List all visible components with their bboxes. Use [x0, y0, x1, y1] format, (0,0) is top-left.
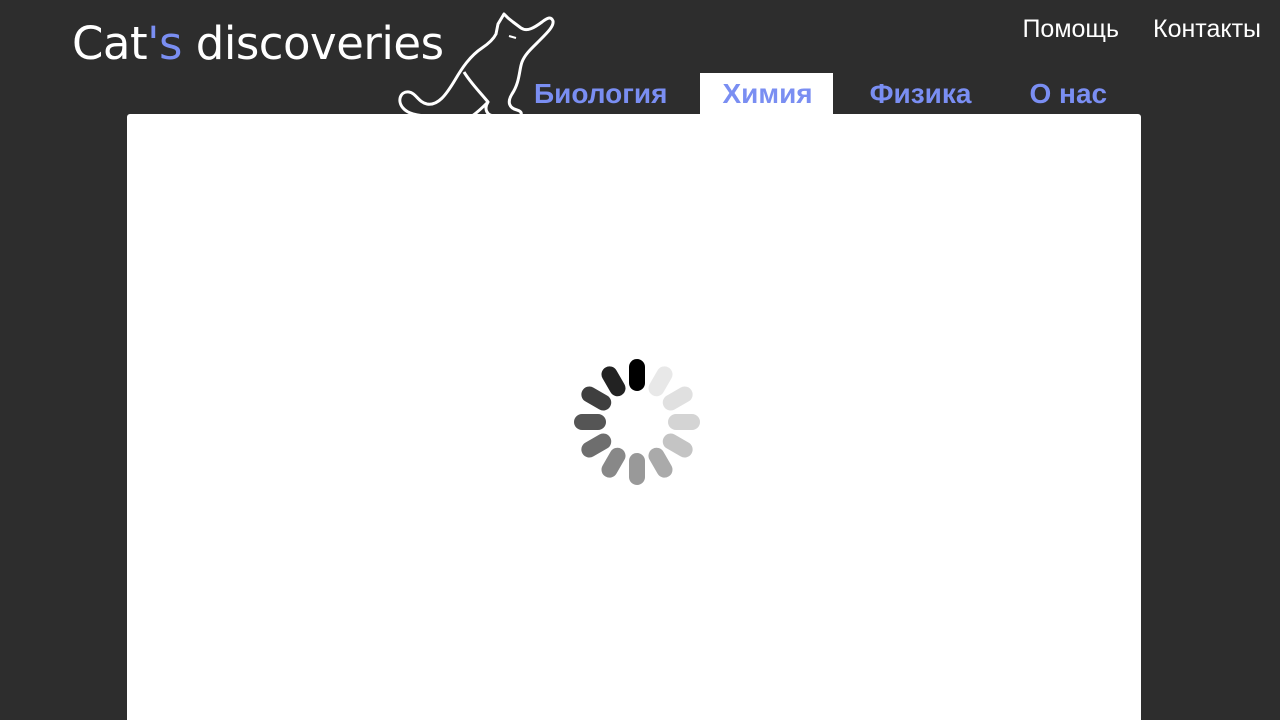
logo-text-part1: Cat: [72, 17, 148, 70]
page: Cat's discoveries Помощь Контакты Биолог…: [0, 0, 1280, 720]
spinner-bar: [668, 414, 700, 430]
tab-biology[interactable]: Биология: [516, 73, 685, 115]
spinner-bar: [629, 453, 645, 485]
logo-text-accent: 's: [147, 17, 182, 70]
tab-chemistry[interactable]: Химия: [700, 73, 833, 115]
contacts-link[interactable]: Контакты: [1153, 14, 1261, 44]
tab-about[interactable]: О нас: [1011, 73, 1125, 115]
spinner-bar: [629, 359, 645, 391]
utility-nav: Помощь Контакты: [1022, 14, 1261, 44]
tab-physics[interactable]: Физика: [852, 73, 990, 115]
spinner-icon: [574, 359, 700, 485]
help-link[interactable]: Помощь: [1022, 14, 1119, 44]
site-logo[interactable]: Cat's discoveries: [72, 18, 444, 70]
main-nav-tabs: Биология Химия Физика О нас: [516, 73, 1125, 115]
spinner-bar: [574, 414, 606, 430]
